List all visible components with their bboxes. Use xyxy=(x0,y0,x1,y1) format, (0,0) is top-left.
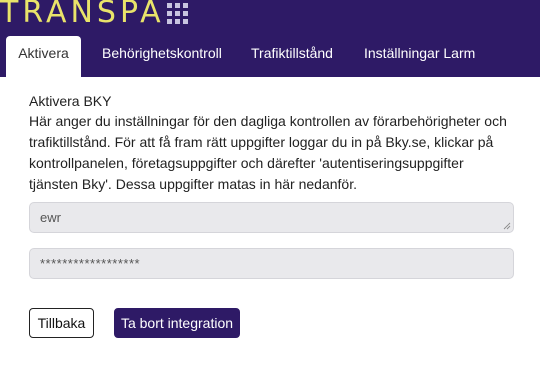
resize-grip-icon[interactable] xyxy=(503,222,511,230)
main-panel: Aktivera BKY Här anger du inställningar … xyxy=(0,77,540,365)
apps-grid-icon[interactable] xyxy=(167,3,188,24)
password-field[interactable]: ****************** xyxy=(29,248,514,279)
username-field[interactable]: ewr xyxy=(29,202,514,233)
tab-aktivera[interactable]: Aktivera xyxy=(6,36,81,77)
tab-installningar-larm[interactable]: Inställningar Larm xyxy=(364,36,475,77)
back-button[interactable]: Tillbaka xyxy=(29,308,94,338)
tab-behorighetskontroll[interactable]: Behörighetskontroll xyxy=(102,36,222,77)
page-title: Aktivera BKY xyxy=(29,93,112,109)
remove-integration-button[interactable]: Ta bort integration xyxy=(114,308,240,338)
logo: TRANSPA xyxy=(0,0,165,30)
username-value: ewr xyxy=(40,210,61,225)
password-value: ****************** xyxy=(40,256,141,271)
top-header: TRANSPA Aktivera Behörighetskontroll Tra… xyxy=(0,0,540,77)
tab-bar: Aktivera Behörighetskontroll Trafiktills… xyxy=(0,36,540,77)
description-text: Här anger du inställningar för den dagli… xyxy=(29,113,507,192)
tab-trafiktillstand[interactable]: Trafiktillstånd xyxy=(251,36,333,77)
